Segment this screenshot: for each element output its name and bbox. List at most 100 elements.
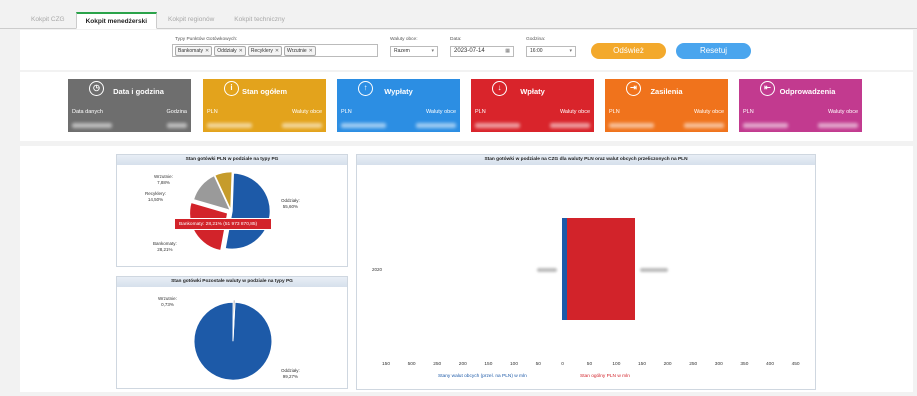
tab-kokpit-czg[interactable]: Kokpit CZG: [22, 12, 74, 28]
card-sub-right: Godzina: [166, 109, 188, 115]
chip-label: Recyklery: [250, 47, 273, 54]
chart-title: Stan gotówki Pozostałe waluty w podziale…: [117, 277, 347, 287]
chevron-down-icon: ▾: [569, 48, 572, 54]
card-title: Odprowadzenia: [779, 87, 836, 96]
label: Wrzutnie: [154, 174, 172, 179]
kpi-cards-panel: ◷ Data i godzina Data danych Godzina i S…: [20, 72, 913, 141]
currency-label: Waluty obce:: [390, 37, 418, 42]
card-title: Wpłaty: [520, 87, 545, 96]
currency-value: Razem: [394, 48, 410, 54]
x-tick-label: 150: [382, 362, 391, 367]
x-tick-label: 400: [766, 362, 775, 367]
x-tick-label: 150: [638, 362, 647, 367]
x-tick-label: 100: [612, 362, 621, 367]
date-label: Data:: [450, 37, 462, 42]
remove-icon[interactable]: ✕: [239, 48, 243, 54]
slice-label-recyklery: Recyklery: 14,50%: [145, 191, 167, 202]
card-sub-left: PLN: [341, 109, 352, 115]
pie-chart-pln: Stan gotówki PLN w podziale na typy PG: [116, 154, 348, 267]
card-total-state: i Stan ogółem PLN Waluty obce: [203, 79, 326, 132]
card-title: Wypłaty: [384, 87, 413, 96]
tab-bar: Kokpit CZG Kokpit menedżerski Kokpit reg…: [0, 12, 917, 29]
calendar-icon[interactable]: ▦: [505, 47, 510, 56]
chevron-down-icon: ▾: [431, 48, 434, 54]
redacted-value: [609, 123, 654, 128]
chip-label: Wrzutnie: [287, 47, 307, 54]
chip-oddzialy[interactable]: Oddziały ✕: [214, 45, 246, 56]
remove-icon[interactable]: ✕: [205, 48, 209, 54]
pct: 55,60%: [282, 203, 299, 209]
pct: 14,50%: [147, 196, 164, 202]
label: Oddziały: [281, 198, 299, 203]
remove-icon[interactable]: ✕: [275, 48, 279, 54]
x-tick-label: 250: [433, 362, 442, 367]
card-sub-right: Waluty obce: [291, 109, 322, 115]
date-field[interactable]: 2023-07-14 ▦: [450, 46, 514, 57]
currency-select[interactable]: Razem ▾: [390, 46, 438, 57]
x-tick-label: 300: [714, 362, 723, 367]
card-supply: ⇥ Zasilenia PLN Waluty obce: [605, 79, 728, 132]
pg-types-label: Typy Punktów Gotówkowych:: [175, 37, 238, 42]
card-sub-left: PLN: [475, 109, 486, 115]
card-sub-right: Waluty obce: [425, 109, 456, 115]
card-sub-left: Data danych: [72, 109, 103, 115]
filters-panel: Typy Punktów Gotówkowych: Bankomaty ✕ Odd…: [20, 30, 913, 70]
redacted-value: [341, 123, 386, 128]
card-deposits: ↓ Wpłaty PLN Waluty obce: [471, 79, 594, 132]
x-tick-label: 200: [458, 362, 467, 367]
slice-label-bankomaty: Bankomaty: 28,21%: [153, 241, 177, 252]
pct: 99,27%: [282, 373, 299, 379]
hour-label: Godzina:: [526, 37, 546, 42]
redacted-value: [818, 123, 858, 128]
legend-foreign-currency: Stany walut obcych (przel. na PLN) w mln: [438, 374, 527, 379]
pie-chart-pln-svg: [189, 171, 271, 252]
bar-pln[interactable]: [567, 218, 635, 320]
tab-kokpit-techniczny[interactable]: Kokpit techniczny: [225, 12, 294, 28]
redacted-value: [475, 123, 520, 128]
redacted-value: [743, 123, 788, 128]
redacted-value: [282, 123, 322, 128]
card-sub-right: Waluty obce: [693, 109, 724, 115]
x-tick-label: 50: [535, 362, 541, 367]
chip-bankomaty[interactable]: Bankomaty ✕: [175, 45, 213, 56]
hour-select[interactable]: 16:00 ▾: [526, 46, 576, 57]
pct: 0,73%: [161, 301, 174, 307]
x-tick-label: 250: [689, 362, 698, 367]
bar-category-label: 2020: [372, 267, 383, 272]
label: Bankomaty: [153, 241, 176, 246]
slice-label-oddzialy-2: Oddziały: 99,27%: [281, 368, 300, 379]
x-tick-label: 450: [791, 362, 800, 367]
remove-icon[interactable]: ✕: [309, 48, 313, 54]
reset-button[interactable]: Resetuj: [676, 43, 751, 59]
tab-kokpit-regionow[interactable]: Kokpit regionów: [159, 12, 223, 28]
pct: 7,88%: [157, 179, 170, 185]
chip-label: Bankomaty: [178, 47, 204, 54]
hour-value: 16:00: [530, 48, 543, 54]
card-sub-right: Waluty obce: [827, 109, 858, 115]
pie-chart-foreign: Stan gotówki Pozostałe waluty w podziale…: [116, 276, 348, 389]
redacted-value: [684, 123, 724, 128]
pg-types-multiselect[interactable]: Bankomaty ✕ Oddziały ✕ Recyklery ✕ Wrzutnie…: [172, 44, 378, 57]
card-withdrawals: ⇤ Odprowadzenia PLN Waluty obce: [739, 79, 862, 132]
date-value: 2023-07-14: [454, 48, 485, 54]
label: Wrzutnie: [158, 296, 176, 301]
x-tick-label: 0: [561, 362, 564, 367]
chart-title: Stan gotówki PLN w podziale na typy PG: [117, 155, 347, 165]
chip-recyklery[interactable]: Recyklery ✕: [247, 45, 283, 56]
x-tick-label: 500: [407, 362, 416, 367]
slice-label-wrzutnie-2: Wrzutnie: 0,73%: [158, 296, 177, 307]
card-payouts: ↑ Wypłaty PLN Waluty obce: [337, 79, 460, 132]
x-tick-label: 50: [586, 362, 593, 367]
label: Oddziały: [281, 368, 299, 373]
card-sub-left: PLN: [609, 109, 620, 115]
refresh-button[interactable]: Odśwież: [591, 43, 666, 59]
legend-pln: Stan ogólny PLN w mln: [580, 374, 630, 379]
slice-label-oddzialy: Oddziały: 55,60%: [281, 198, 300, 209]
chip-wrzutnie[interactable]: Wrzutnie ✕: [284, 45, 316, 56]
x-tick-label: 350: [740, 362, 749, 367]
x-tick-label: 200: [663, 362, 672, 367]
tab-kokpit-menedzerski[interactable]: Kokpit menedżerski: [75, 12, 158, 29]
redacted-bar-value: [537, 268, 557, 272]
card-sub-left: PLN: [743, 109, 754, 115]
redacted-value: [207, 123, 252, 128]
